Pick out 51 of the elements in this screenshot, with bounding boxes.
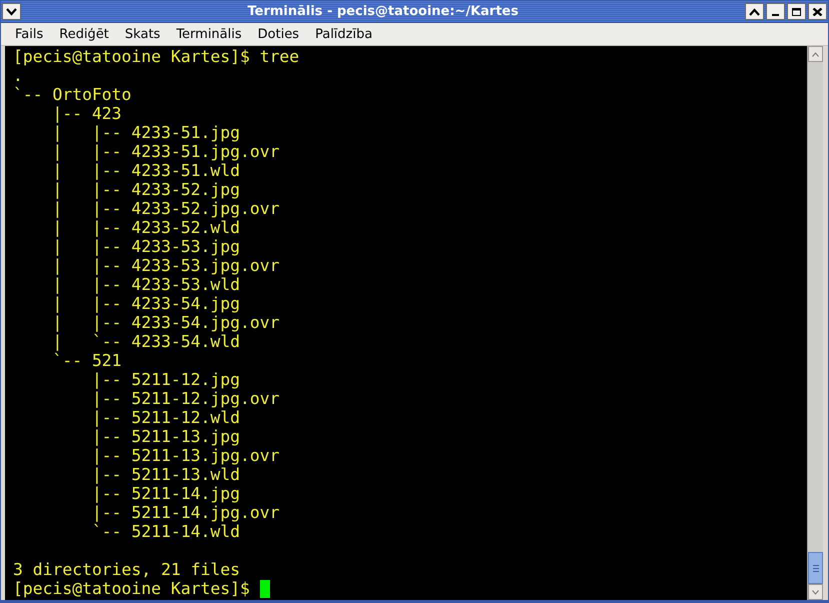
terminal-line: | `-- 4233-54.wld: [51, 332, 240, 351]
menu-item[interactable]: Fails: [7, 26, 52, 42]
close-icon: [812, 8, 823, 16]
terminal-line: | |-- 4233-51.jpg.ovr: [51, 142, 280, 161]
terminal-line: |-- 5211-12.wld: [90, 408, 240, 427]
terminal-line: `-- 521: [51, 351, 122, 370]
terminal-line: |-- 5211-12.jpg.ovr: [90, 389, 280, 408]
chevron-up-icon: [749, 8, 760, 16]
window-menu-button[interactable]: [2, 3, 21, 20]
chevron-up-icon: [812, 52, 819, 56]
maximize-button[interactable]: [787, 3, 806, 20]
terminal-line: [pecis@tatooine Kartes]$ tree: [13, 47, 300, 66]
menu-item[interactable]: Rediģēt: [51, 26, 117, 42]
terminal-line: | |-- 4233-53.jpg.ovr: [51, 256, 280, 275]
scroll-up-button[interactable]: [808, 46, 823, 62]
terminal-line: `-- OrtoFoto: [13, 85, 132, 104]
grip-lines-icon: [812, 564, 818, 572]
terminal-line: |-- 5211-14.jpg: [90, 484, 240, 503]
scrollbar-thumb[interactable]: [808, 552, 823, 584]
terminal-line: | |-- 4233-53.jpg: [51, 237, 240, 256]
terminal-line: | |-- 4233-51.jpg: [51, 123, 240, 142]
minimize-button[interactable]: [766, 3, 785, 20]
collapse-button[interactable]: [745, 3, 764, 20]
maximize-icon: [791, 8, 802, 16]
terminal-line: | |-- 4233-51.wld: [51, 161, 240, 180]
terminal-line: |-- 5211-14.jpg.ovr: [90, 503, 280, 522]
scroll-down-button[interactable]: [808, 584, 823, 600]
window-title: Terminālis - pecis@tatooine:~/Kartes: [246, 4, 520, 19]
menu-item[interactable]: Skats: [116, 26, 168, 42]
menu-item[interactable]: Doties: [250, 26, 308, 42]
terminal-line: | |-- 4233-52.wld: [51, 218, 240, 237]
terminal-line: |-- 5211-12.jpg: [90, 370, 240, 389]
terminal-line: |-- 5211-13.jpg: [90, 427, 240, 446]
chevron-down-icon: [812, 590, 819, 594]
terminal-line: | |-- 4233-52.jpg.ovr: [51, 199, 280, 218]
shell-prompt: [pecis@tatooine Kartes]$: [13, 579, 250, 598]
minimize-icon: [772, 14, 779, 16]
terminal-line: | |-- 4233-53.wld: [51, 275, 240, 294]
chevron-down-icon: [6, 8, 17, 16]
terminal-line: |-- 5211-13.jpg.ovr: [90, 446, 280, 465]
terminal-line: 3 directories, 21 files: [13, 560, 240, 579]
terminal-line: | |-- 4233-54.jpg: [51, 294, 240, 313]
terminal-line: | |-- 4233-54.jpg.ovr: [51, 313, 280, 332]
menu-item[interactable]: Palīdzība: [307, 26, 380, 42]
terminal-line: .: [13, 66, 23, 85]
terminal-line: | |-- 4233-52.jpg: [51, 180, 240, 199]
terminal-line: `-- 5211-14.wld: [90, 522, 240, 541]
terminal-line: |-- 5211-13.wld: [90, 465, 240, 484]
menu-item[interactable]: Terminālis: [168, 26, 250, 42]
close-button[interactable]: [808, 3, 827, 20]
terminal-line: |-- 423: [51, 104, 122, 123]
